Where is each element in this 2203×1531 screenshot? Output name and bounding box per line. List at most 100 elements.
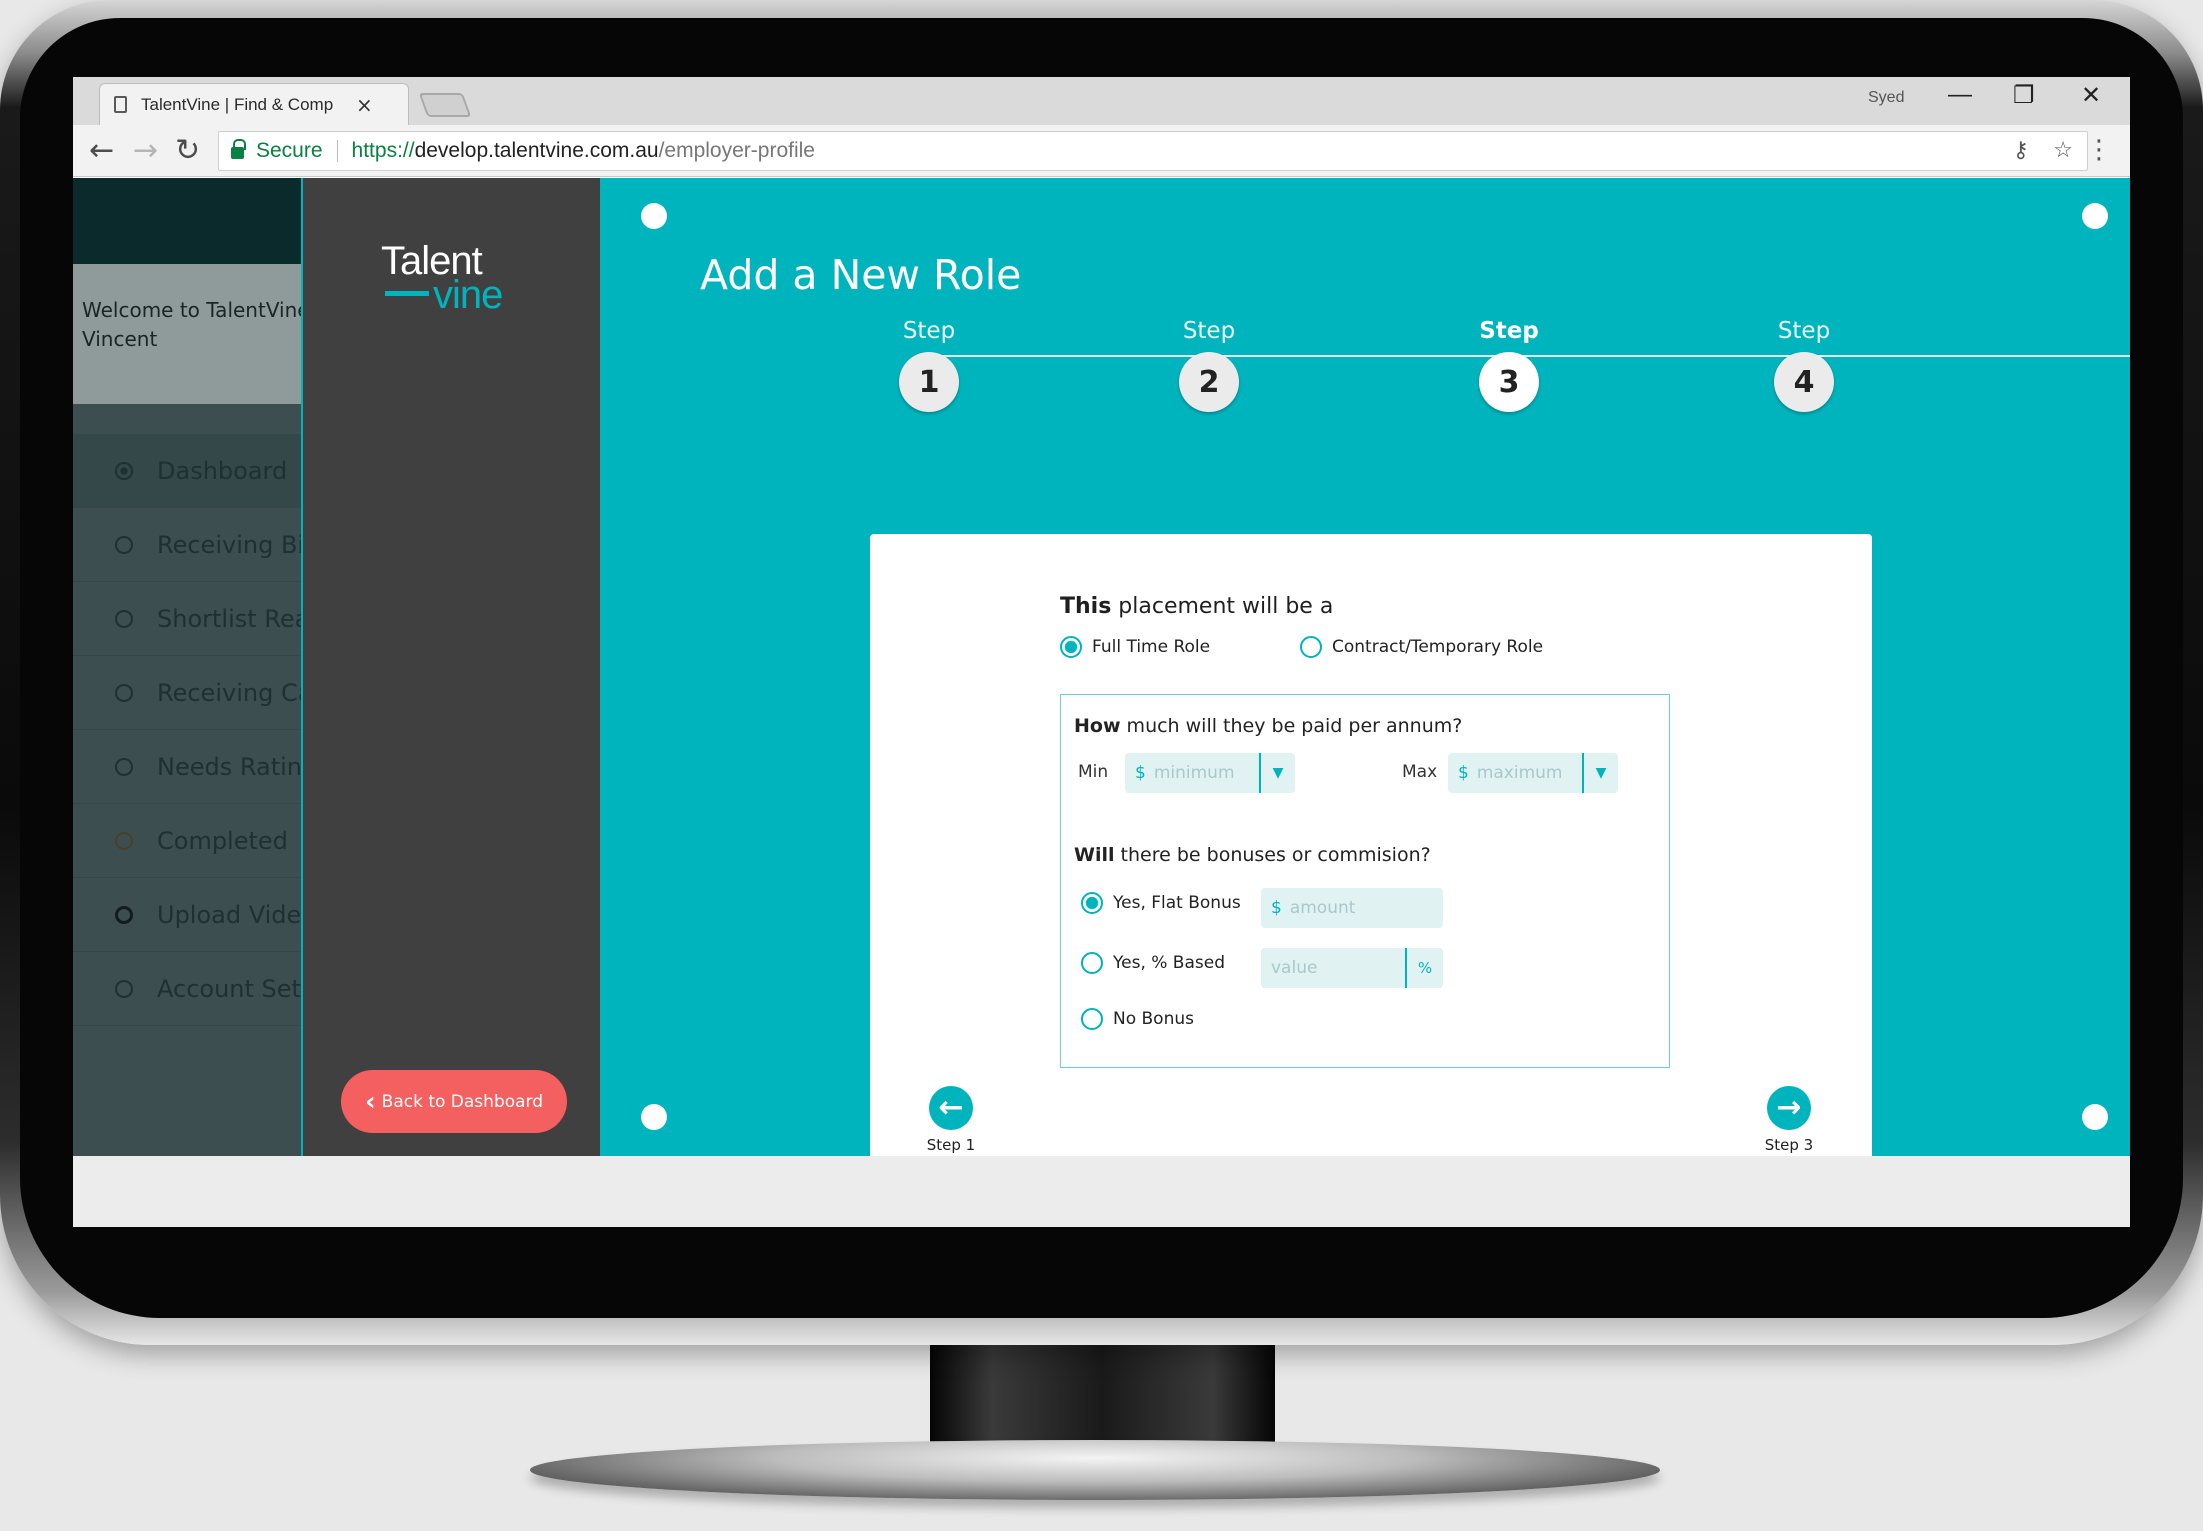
sidebar-item-label: Account Settings <box>157 974 301 1003</box>
step-1[interactable]: Step 1 <box>889 318 969 412</box>
sidebar-item-shortlist-ready[interactable]: Shortlist Ready <box>73 582 301 656</box>
step-number: 1 <box>899 352 959 412</box>
radio-full-time[interactable]: Full Time Role <box>1060 636 1210 658</box>
step-2[interactable]: Step 2 <box>1169 318 1249 412</box>
radio-no-bonus[interactable]: No Bonus <box>1081 1008 1194 1030</box>
bonus-percent-input[interactable]: value % <box>1261 948 1443 988</box>
max-salary-select[interactable]: $ maximum ▼ <box>1448 753 1618 793</box>
radio-label: Contract/Temporary Role <box>1332 637 1544 657</box>
browser-menu-icon[interactable]: ⋮ <box>2086 135 2112 165</box>
sidebar-item-completed[interactable]: Completed <box>73 804 301 878</box>
sidebar-nav: Dashboard Receiving Bids Shortlist Ready… <box>73 404 301 1026</box>
salary-question: How much will they be paid per annum? <box>1074 715 1462 737</box>
new-tab-button[interactable] <box>418 93 472 117</box>
omnibox-divider <box>336 140 338 162</box>
tab-close-icon[interactable]: × <box>356 93 373 117</box>
radio-flat-bonus[interactable]: Yes, Flat Bonus <box>1081 892 1241 914</box>
previous-step-label: Step 1 <box>926 1136 976 1154</box>
max-placeholder: maximum <box>1476 763 1563 783</box>
question-emphasis: This <box>1060 594 1112 619</box>
next-step-label: Step 3 <box>1764 1136 1814 1154</box>
corner-dot <box>2082 203 2108 229</box>
bonus-amount-input[interactable]: $ amount <box>1261 888 1443 928</box>
back-to-dashboard-label: Back to Dashboard <box>381 1091 544 1112</box>
placement-question: This placement will be a <box>1060 594 1333 619</box>
browser-window: TalentVine | Find & Comp × Syed — ❐ ✕ ← … <box>73 77 2130 1227</box>
previous-step-button[interactable]: ← Step 1 <box>916 1086 986 1154</box>
close-window-icon[interactable]: ✕ <box>2081 81 2101 110</box>
sidebar-item-dashboard[interactable]: Dashboard <box>73 434 301 508</box>
compensation-box: How much will they be paid per annum? Mi… <box>1060 694 1670 1068</box>
radio-empty-icon <box>1081 1008 1103 1030</box>
document-icon <box>114 96 127 113</box>
url-host: develop.talentvine.com.au <box>414 139 659 162</box>
step-number: 4 <box>1774 352 1834 412</box>
step-number: 2 <box>1179 352 1239 412</box>
sidebar-item-receiving-candidates[interactable]: Receiving Candidates <box>73 656 301 730</box>
arrow-left-icon: ← <box>929 1086 973 1130</box>
corner-dot <box>641 1104 667 1130</box>
omnibox-actions: ⚷ ☆ <box>2013 137 2073 163</box>
star-icon[interactable]: ☆ <box>2053 137 2073 162</box>
logo-panel: Talent vine ‹ Back to Dashboard <box>301 178 600 1156</box>
radio-dot-icon <box>115 831 133 850</box>
radio-label: Yes, Flat Bonus <box>1113 893 1241 913</box>
chevron-down-icon: ▼ <box>1582 753 1618 793</box>
welcome-line: Welcome to TalentVine <box>82 298 301 322</box>
key-icon[interactable]: ⚷ <box>2013 137 2029 162</box>
url-path: /employer-profile <box>658 139 815 162</box>
sidebar-item-receiving-bids[interactable]: Receiving Bids <box>73 508 301 582</box>
radio-contract[interactable]: Contract/Temporary Role <box>1300 636 1543 658</box>
reload-icon[interactable]: ↻ <box>175 133 200 168</box>
back-to-dashboard-button[interactable]: ‹ Back to Dashboard <box>341 1070 567 1133</box>
sidebar-item-label: Completed <box>157 826 288 855</box>
next-step-button[interactable]: → Step 3 <box>1754 1086 1824 1154</box>
step-label: Step <box>1777 318 1831 344</box>
sidebar-item-needs-rating[interactable]: Needs Rating <box>73 730 301 804</box>
back-arrow-icon[interactable]: ← <box>89 133 114 168</box>
sidebar-item-upload-video[interactable]: Upload Video <box>73 878 301 952</box>
lock-icon <box>231 139 246 159</box>
radio-empty-icon <box>1300 636 1322 658</box>
welcome-message: Welcome to TalentVine Vincent <box>73 264 301 404</box>
minimize-icon[interactable]: — <box>1948 81 1972 109</box>
sidebar-item-label: Receiving Candidates <box>157 678 301 707</box>
browser-tab[interactable]: TalentVine | Find & Comp × <box>99 83 409 125</box>
sidebar-item-account-settings[interactable]: Account Settings <box>73 952 301 1026</box>
tab-title: TalentVine | Find & Comp <box>141 94 334 114</box>
sidebar-item-label: Shortlist Ready <box>157 604 301 633</box>
monitor-frame: TalentVine | Find & Comp × Syed — ❐ ✕ ← … <box>0 0 2203 1345</box>
step-label: Step <box>1182 318 1236 344</box>
forward-arrow-icon[interactable]: → <box>133 133 158 168</box>
radio-dot-icon <box>115 461 133 480</box>
question-text: placement will be a <box>1111 594 1334 619</box>
percent-suffix: % <box>1405 948 1443 988</box>
radio-percent-bonus[interactable]: Yes, % Based <box>1081 952 1225 974</box>
sidebar-item-label: Dashboard <box>157 456 288 485</box>
step-3-current[interactable]: Step 3 <box>1469 318 1549 412</box>
arrow-right-icon: → <box>1767 1086 1811 1130</box>
question-emphasis: How <box>1074 715 1121 737</box>
page-footer-area <box>73 1156 2130 1227</box>
page-content: Welcome to TalentVine Vincent Dashboard … <box>73 178 2130 1193</box>
logo-accent-bar <box>385 291 429 296</box>
min-salary-select[interactable]: $ minimum ▼ <box>1125 753 1295 793</box>
address-bar[interactable]: Secure https:// develop.talentvine.com.a… <box>218 131 2088 171</box>
talentvine-logo: Talent vine <box>381 241 503 317</box>
currency-symbol: $ <box>1458 763 1469 783</box>
radio-selected-icon <box>1060 636 1082 658</box>
corner-dot <box>2082 1104 2108 1130</box>
restore-icon[interactable]: ❐ <box>2013 81 2035 110</box>
currency-symbol: $ <box>1135 763 1146 783</box>
browser-toolbar: ← → ↻ Secure https:// develop.talentvine… <box>73 125 2130 177</box>
monitor-stand-base <box>530 1440 1660 1500</box>
question-text: much will they be paid per annum? <box>1120 715 1463 737</box>
profile-name[interactable]: Syed <box>1868 89 1904 107</box>
radio-dot-icon <box>115 535 133 554</box>
amount-placeholder: amount <box>1289 898 1356 918</box>
min-label: Min <box>1078 762 1109 782</box>
chevron-left-icon: ‹ <box>364 1086 376 1117</box>
user-name: Vincent <box>82 327 158 351</box>
step-4[interactable]: Step 4 <box>1764 318 1844 412</box>
step-number: 3 <box>1479 352 1539 412</box>
